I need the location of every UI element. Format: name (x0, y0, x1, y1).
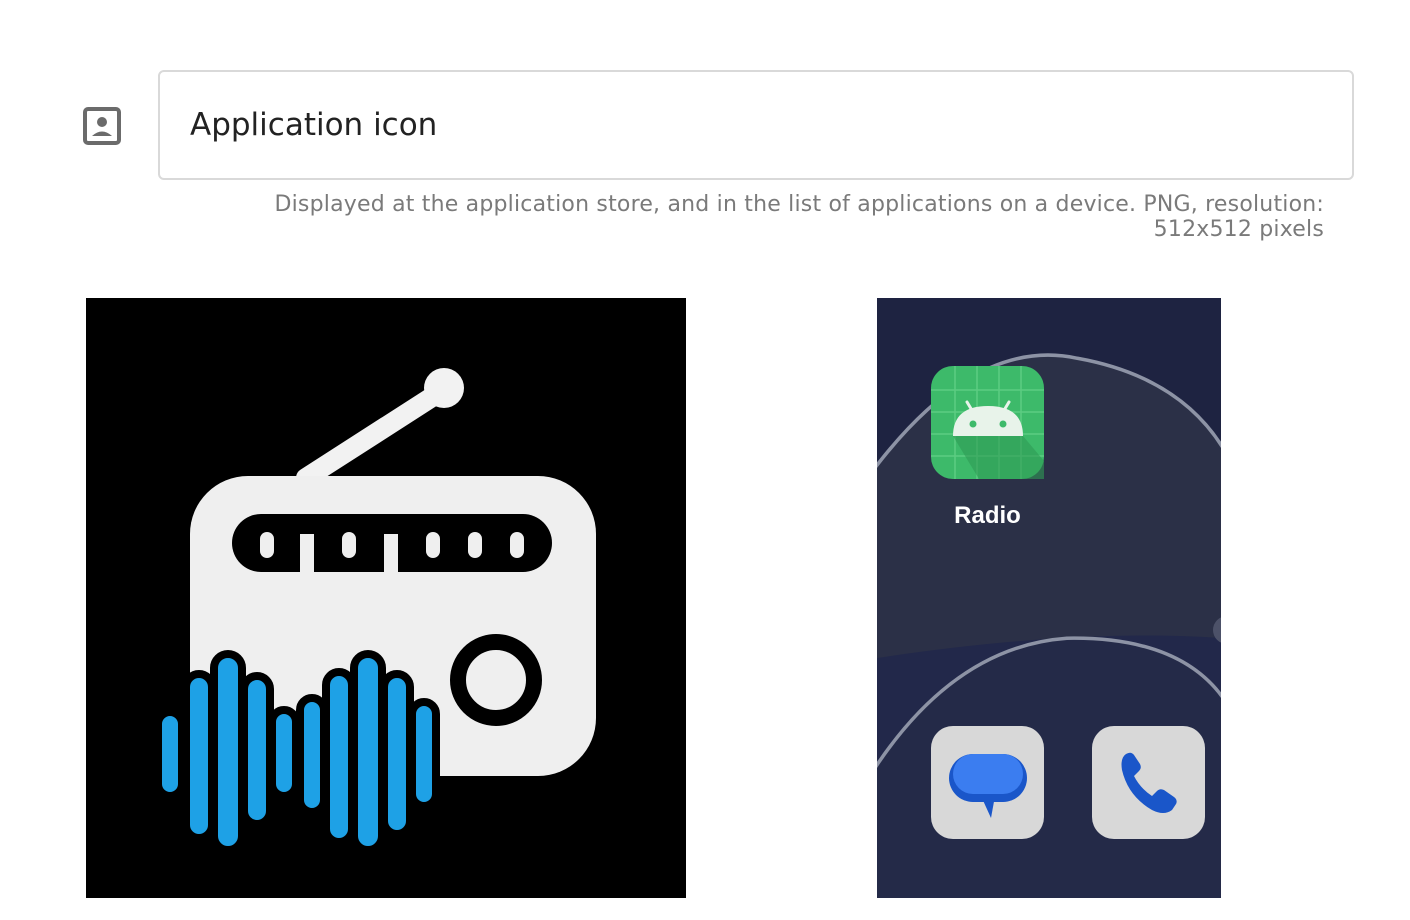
field-hint: Displayed at the application store, and … (274, 192, 1324, 242)
phone-icon (1092, 726, 1205, 839)
application-icon-input[interactable] (190, 72, 1310, 178)
android-app-icon[interactable] (931, 366, 1044, 479)
messages-icon (931, 726, 1044, 839)
phone-app[interactable] (1092, 726, 1205, 839)
portrait-icon (82, 106, 122, 146)
app-icon-preview (86, 298, 686, 898)
messages-app[interactable] (931, 726, 1044, 839)
radio-soundwave-icon (154, 368, 596, 854)
app-label: Radio (954, 502, 1021, 529)
device-home-screen-preview: Radio (877, 298, 1221, 898)
android-icon (931, 366, 1044, 479)
application-icon-field[interactable] (158, 70, 1354, 180)
